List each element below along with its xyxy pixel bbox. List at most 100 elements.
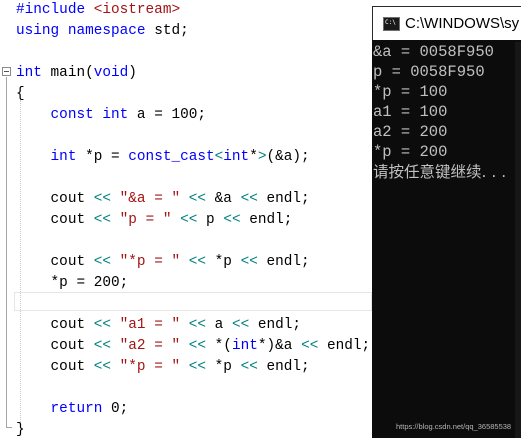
code-token: <<: [223, 212, 250, 228]
current-line-highlight: [14, 292, 372, 311]
console-output: &a = 0058F950 p = 0058F950 *p = 100 a1 =…: [372, 42, 521, 438]
code-token: <<: [188, 254, 215, 270]
fold-guide: [6, 77, 7, 427]
code-token: *p: [214, 254, 241, 270]
code-token: <<: [93, 338, 120, 354]
code-token: cout: [16, 212, 94, 228]
code-token: *: [249, 149, 258, 165]
code-token: p: [206, 212, 224, 228]
code-token: <iostream>: [93, 2, 181, 18]
collapse-toggle-icon[interactable]: [2, 67, 11, 76]
code-token: <<: [93, 317, 120, 333]
console-output-line: p = 0058F950: [373, 63, 485, 81]
code-token: <<: [301, 338, 327, 354]
code-token: ): [128, 65, 137, 81]
code-token: <<: [188, 317, 215, 333]
code-token: <<: [188, 359, 215, 375]
code-token: const: [50, 107, 103, 123]
code-token: endl;: [266, 191, 310, 207]
code-line[interactable]: {: [16, 84, 25, 105]
console-output-line: *p = 200: [373, 143, 448, 161]
code-token: int: [231, 338, 258, 354]
console-output-line: a2 = 200: [373, 123, 448, 141]
code-token: <<: [93, 191, 120, 207]
code-token: <<: [240, 359, 267, 375]
code-token: *(: [214, 338, 232, 354]
code-line[interactable]: cout << "a2 = " << *(int*)&a << endl;: [16, 336, 371, 357]
code-token: endl;: [266, 254, 310, 270]
code-line[interactable]: using namespace std;: [16, 21, 189, 42]
code-line[interactable]: int main(void): [16, 63, 137, 84]
code-token: cout: [16, 338, 94, 354]
code-line[interactable]: #include <iostream>: [16, 0, 180, 21]
code-token: "p = ": [119, 212, 181, 228]
code-line[interactable]: cout << "&a = " << &a << endl;: [16, 189, 310, 210]
code-token: <<: [240, 191, 267, 207]
code-token: <<: [188, 191, 215, 207]
code-token: a: [214, 317, 232, 333]
code-line[interactable]: cout << "a1 = " << a << endl;: [16, 315, 302, 336]
code-token: int: [223, 149, 250, 165]
code-token: endl;: [257, 317, 302, 333]
code-token: return: [50, 401, 111, 417]
console-titlebar[interactable]: C:\WINDOWS\sy: [372, 6, 521, 40]
code-line[interactable]: const int a = 100;: [16, 105, 206, 126]
code-token: endl;: [326, 338, 371, 354]
code-token: <<: [188, 338, 215, 354]
code-token: *p: [214, 359, 241, 375]
code-editor[interactable]: #include <iostream> using namespace std; i…: [0, 0, 372, 438]
console-output-line: &a = 0058F950: [373, 43, 494, 61]
code-token: (&a);: [266, 149, 310, 165]
code-token: *p = 200;: [16, 275, 129, 291]
code-token: {: [16, 86, 25, 102]
code-token: 0;: [111, 401, 129, 417]
code-token: endl;: [266, 359, 310, 375]
code-line[interactable]: }: [16, 420, 25, 438]
code-token: int: [102, 107, 137, 123]
code-line[interactable]: cout << "*p = " << *p << endl;: [16, 252, 310, 273]
console-output-line: a1 = 100: [373, 103, 448, 121]
fold-guide-end: [6, 427, 12, 428]
code-token: *)&a: [257, 338, 302, 354]
console-app-icon: [383, 17, 400, 31]
code-token: }: [16, 422, 25, 438]
code-token: const_cast: [128, 149, 215, 165]
code-token: "*p = ": [119, 359, 189, 375]
code-token: <<: [93, 359, 120, 375]
code-token: *p =: [85, 149, 129, 165]
code-token: <<: [240, 254, 267, 270]
code-token: #include: [16, 2, 94, 18]
code-token: "&a = ": [119, 191, 189, 207]
code-line[interactable]: int *p = const_cast<int*>(&a);: [16, 147, 310, 168]
code-token: &a: [214, 191, 241, 207]
code-token: cout: [16, 191, 94, 207]
code-line[interactable]: cout << "p = " << p << endl;: [16, 210, 293, 231]
watermark-text: https://blog.csdn.net/qq_36585538: [396, 422, 512, 431]
console-window[interactable]: C:\WINDOWS\sy &a = 0058F950 p = 0058F950…: [372, 6, 521, 438]
code-token: main(: [50, 65, 94, 81]
code-token: "a1 = ": [119, 317, 189, 333]
code-line[interactable]: cout << "*p = " << *p << endl;: [16, 357, 310, 378]
code-token: int: [16, 65, 51, 81]
code-token: <: [214, 149, 224, 165]
code-token: "a2 = ": [119, 338, 189, 354]
code-line[interactable]: return 0;: [16, 399, 129, 420]
code-line[interactable]: *p = 200;: [16, 273, 129, 294]
code-token: cout: [16, 317, 94, 333]
code-token: <<: [231, 317, 258, 333]
code-token: using: [16, 23, 68, 39]
code-token: namespace: [67, 23, 155, 39]
console-title: C:\WINDOWS\sy: [405, 15, 520, 32]
code-token: endl;: [249, 212, 293, 228]
code-token: cout: [16, 254, 94, 270]
code-token: int: [50, 149, 86, 165]
console-prompt: 请按任意键继续. . .: [373, 163, 507, 181]
code-token: a = 100;: [136, 107, 207, 123]
code-token: "*p = ": [119, 254, 189, 270]
console-scrollbar[interactable]: [515, 42, 521, 438]
code-token: cout: [16, 359, 94, 375]
code-token: <<: [93, 212, 120, 228]
